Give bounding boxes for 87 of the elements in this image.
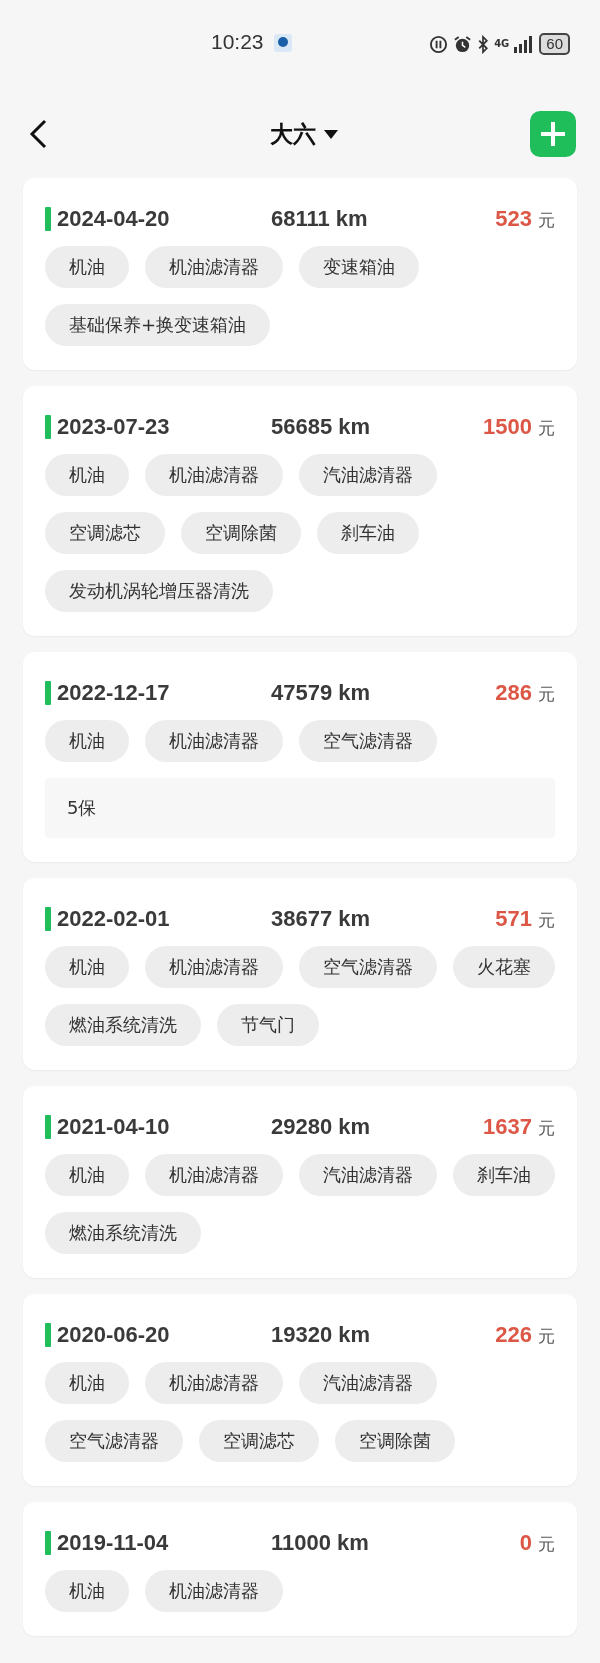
service-tag: 机油滤清器 xyxy=(145,1362,283,1404)
record-card[interactable]: 2024-04-20 68111 km 523 元 机油 机油滤清器 变速箱油 基础保养+换变速箱油 xyxy=(23,178,577,370)
record-date: 2023-07-23 xyxy=(57,414,170,440)
currency-unit: 元 xyxy=(538,1533,555,1556)
accent-bar xyxy=(45,1323,51,1347)
accent-bar xyxy=(45,415,51,439)
service-tag: 火花塞 xyxy=(453,946,555,988)
record-date: 2022-02-01 xyxy=(57,906,170,932)
service-tag: 机油 xyxy=(45,1570,129,1612)
currency-unit: 元 xyxy=(538,209,555,232)
currency-unit: 元 xyxy=(538,909,555,932)
service-tag: 机油 xyxy=(45,1154,129,1196)
record-cost: 523 xyxy=(495,206,532,232)
service-tag: 机油滤清器 xyxy=(145,246,283,288)
battery-level: 60 xyxy=(539,33,570,55)
record-card[interactable]: 2020-06-20 19320 km 226 元 机油 机油滤清器 汽油滤清器 空气滤清器 空调滤芯 空调除菌 xyxy=(23,1294,577,1486)
dropdown-caret-icon[interactable] xyxy=(324,129,338,139)
currency-unit: 元 xyxy=(538,683,555,706)
vehicle-title[interactable]: 大六 xyxy=(270,118,316,150)
app-notification-icon xyxy=(274,34,292,52)
record-mileage: 38677 km xyxy=(271,906,371,932)
service-tag: 汽油滤清器 xyxy=(299,454,437,496)
status-time: 10:23 xyxy=(211,30,264,54)
service-tag: 机油 xyxy=(45,454,129,496)
service-tag: 空调滤芯 xyxy=(45,512,165,554)
service-tag: 汽油滤清器 xyxy=(299,1362,437,1404)
service-tag: 空调除菌 xyxy=(181,512,301,554)
record-note: 5保 xyxy=(45,778,555,838)
record-date: 2020-06-20 xyxy=(57,1322,170,1348)
record-card[interactable]: 2022-02-01 38677 km 571 元 机油 机油滤清器 空气滤清器 火花塞 燃油系统清洗 节气门 xyxy=(23,878,577,1070)
record-cost: 1637 xyxy=(483,1114,532,1140)
record-mileage: 19320 km xyxy=(271,1322,371,1348)
record-cost: 1500 xyxy=(483,414,532,440)
back-button[interactable] xyxy=(28,118,48,150)
record-date: 2024-04-20 xyxy=(57,206,170,232)
service-tag: 刹车油 xyxy=(453,1154,555,1196)
service-tag: 空气滤清器 xyxy=(299,720,437,762)
network-type: 4G xyxy=(494,39,510,49)
record-cost: 226 xyxy=(495,1322,532,1348)
record-mileage: 47579 km xyxy=(271,680,371,706)
service-tag: 变速箱油 xyxy=(299,246,419,288)
accent-bar xyxy=(45,907,51,931)
service-tag: 机油 xyxy=(45,246,129,288)
record-mileage: 68111 km xyxy=(271,206,368,232)
record-card[interactable]: 2021-04-10 29280 km 1637 元 机油 机油滤清器 汽油滤清器 刹车油 燃油系统清洗 xyxy=(23,1086,577,1278)
record-mileage: 29280 km xyxy=(271,1114,371,1140)
record-date: 2019-11-04 xyxy=(57,1530,169,1556)
service-tag: 机油滤清器 xyxy=(145,720,283,762)
service-tag: 燃油系统清洗 xyxy=(45,1004,201,1046)
record-cost: 286 xyxy=(495,680,532,706)
record-card[interactable]: 2019-11-04 11000 km 0 元 机油 机油滤清器 xyxy=(23,1502,577,1636)
alarm-icon xyxy=(453,34,473,54)
service-tag: 空调滤芯 xyxy=(199,1420,319,1462)
service-tag: 机油滤清器 xyxy=(145,454,283,496)
record-cost: 0 xyxy=(519,1530,532,1556)
accent-bar xyxy=(45,1531,51,1555)
service-tag: 空气滤清器 xyxy=(45,1420,183,1462)
service-tag: 机油滤清器 xyxy=(145,1570,283,1612)
service-tag: 基础保养+换变速箱油 xyxy=(45,304,271,346)
service-tag: 机油 xyxy=(45,1362,129,1404)
service-tag: 机油 xyxy=(45,720,129,762)
record-date: 2021-04-10 xyxy=(57,1114,170,1140)
accent-bar xyxy=(45,1115,51,1139)
record-mileage: 56685 km xyxy=(271,414,371,440)
currency-unit: 元 xyxy=(538,417,555,440)
bluetooth-icon xyxy=(477,34,490,54)
service-tag: 空气滤清器 xyxy=(299,946,437,988)
service-tag: 刹车油 xyxy=(317,512,419,554)
service-tag: 空调除菌 xyxy=(335,1420,455,1462)
service-tag: 机油 xyxy=(45,946,129,988)
currency-unit: 元 xyxy=(538,1325,555,1348)
currency-unit: 元 xyxy=(538,1117,555,1140)
record-cost: 571 xyxy=(495,906,532,932)
service-tag: 机油滤清器 xyxy=(145,1154,283,1196)
service-tag: 机油滤清器 xyxy=(145,946,283,988)
record-date: 2022-12-17 xyxy=(57,680,170,706)
accent-bar xyxy=(45,207,51,231)
service-tag: 汽油滤清器 xyxy=(299,1154,437,1196)
record-card[interactable]: 2023-07-23 56685 km 1500 元 机油 机油滤清器 汽油滤清器 空调滤芯 空调除菌 刹车油 发动机涡轮增压器清洗 xyxy=(23,386,577,636)
accent-bar xyxy=(45,681,51,705)
data-saver-icon xyxy=(429,34,449,54)
record-mileage: 11000 km xyxy=(271,1530,369,1556)
signal-icon xyxy=(514,35,535,53)
service-tag: 燃油系统清洗 xyxy=(45,1212,201,1254)
record-card[interactable]: 2022-12-17 47579 km 286 元 机油 机油滤清器 空气滤清器 5保 xyxy=(23,652,577,862)
service-tag: 发动机涡轮增压器清洗 xyxy=(45,570,273,612)
service-tag: 节气门 xyxy=(217,1004,319,1046)
